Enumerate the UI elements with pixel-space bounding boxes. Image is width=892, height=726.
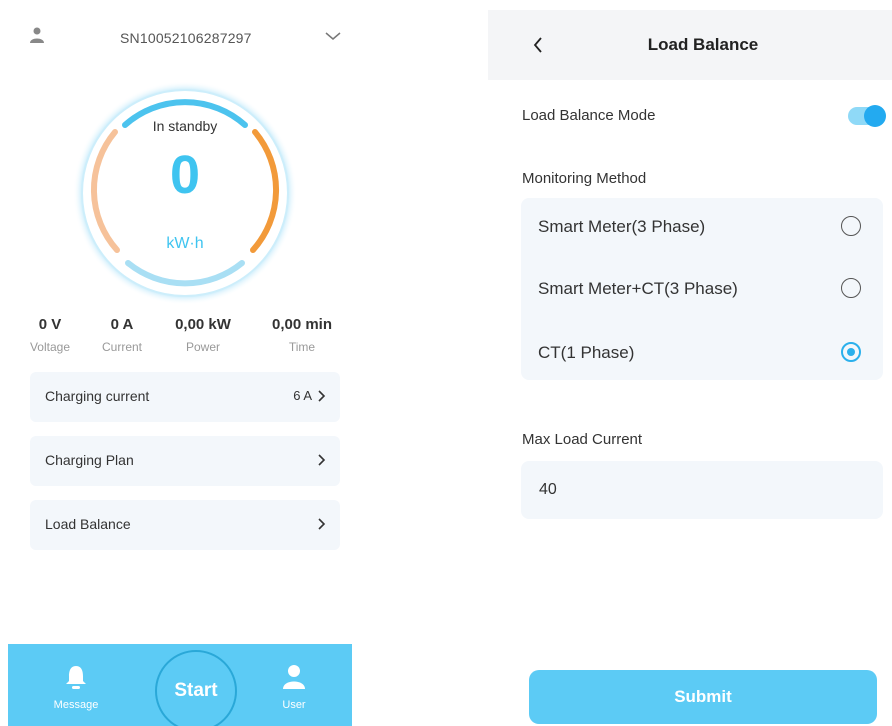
load-balance-screen: Load Balance Load Balance Mode Monitorin… (488, 0, 892, 726)
toggle-knob (864, 105, 886, 127)
chevron-right-icon (318, 454, 326, 466)
load-balance-row[interactable]: Load Balance (30, 500, 340, 550)
tab-message[interactable]: Message (46, 664, 106, 711)
charging-current-row[interactable]: Charging current 6 A (30, 372, 340, 422)
submit-button[interactable]: Submit (529, 670, 877, 724)
load-balance-mode-label: Load Balance Mode (522, 107, 656, 124)
option-label: Smart Meter+CT(3 Phase) (538, 279, 738, 298)
monitoring-method-options: Smart Meter(3 Phase) Smart Meter+CT(3 Ph… (521, 198, 883, 380)
tab-user-label: User (282, 699, 306, 711)
option-label: CT(1 Phase) (538, 343, 635, 362)
load-balance-mode-toggle[interactable] (848, 105, 886, 127)
charging-plan-label: Charging Plan (45, 452, 134, 468)
energy-unit: kW·h (166, 235, 204, 252)
current-label: Current (101, 340, 142, 354)
bottom-tab-bar: Message Start User (8, 644, 352, 726)
bell-icon (66, 666, 86, 689)
option-label: Smart Meter(3 Phase) (538, 217, 706, 236)
current-value: 0 A (110, 316, 134, 333)
radio-button[interactable] (841, 216, 861, 236)
radio-button[interactable] (841, 278, 861, 298)
user-icon (283, 665, 305, 689)
option-ct-1-phase[interactable]: CT(1 Phase) (521, 324, 883, 384)
tab-user[interactable]: User (264, 664, 324, 711)
max-load-current-input[interactable] (521, 461, 883, 519)
start-label: Start (174, 680, 218, 701)
option-smart-meter-ct-3-phase[interactable]: Smart Meter+CT(3 Phase) (521, 260, 883, 320)
time-stat: 0,00 min Time (262, 316, 342, 354)
charging-current-label: Charging current (45, 388, 150, 404)
power-value: 0,00 kW (175, 316, 231, 333)
voltage-value: 0 V (38, 316, 62, 333)
charger-status: In standby (152, 118, 218, 134)
device-serial-number: SN10052106287297 (120, 30, 252, 46)
page-title: Load Balance (647, 35, 759, 54)
stats-row: 0 V Voltage 0 A Current 0,00 kW Power 0,… (28, 316, 348, 360)
power-stat: 0,00 kW Power (163, 316, 243, 354)
max-load-current-label: Max Load Current (522, 431, 643, 448)
monitoring-method-label: Monitoring Method (522, 170, 647, 187)
load-balance-label: Load Balance (45, 516, 131, 532)
energy-value: 0 (169, 145, 201, 205)
radio-button-selected[interactable] (841, 342, 861, 362)
chevron-right-icon (318, 390, 326, 402)
header-bar: Load Balance (488, 10, 892, 80)
charging-current-value: 6 A (293, 388, 312, 403)
start-button[interactable]: Start (155, 650, 237, 726)
time-label: Time (288, 340, 316, 354)
time-value: 0,00 min (271, 316, 333, 333)
current-stat: 0 A Current (92, 316, 152, 354)
voltage-label: Voltage (29, 340, 71, 354)
option-smart-meter-3-phase[interactable]: Smart Meter(3 Phase) (521, 198, 883, 258)
person-icon[interactable] (30, 27, 44, 43)
chevron-right-icon (318, 518, 326, 530)
voltage-stat: 0 V Voltage (20, 316, 80, 354)
power-label: Power (185, 340, 220, 354)
chevron-down-icon[interactable] (324, 30, 342, 42)
charging-plan-row[interactable]: Charging Plan (30, 436, 340, 486)
tab-message-label: Message (53, 699, 99, 711)
charger-home-screen: SN10052106287297 In standby 0 kW·h 0 V V… (0, 0, 372, 726)
